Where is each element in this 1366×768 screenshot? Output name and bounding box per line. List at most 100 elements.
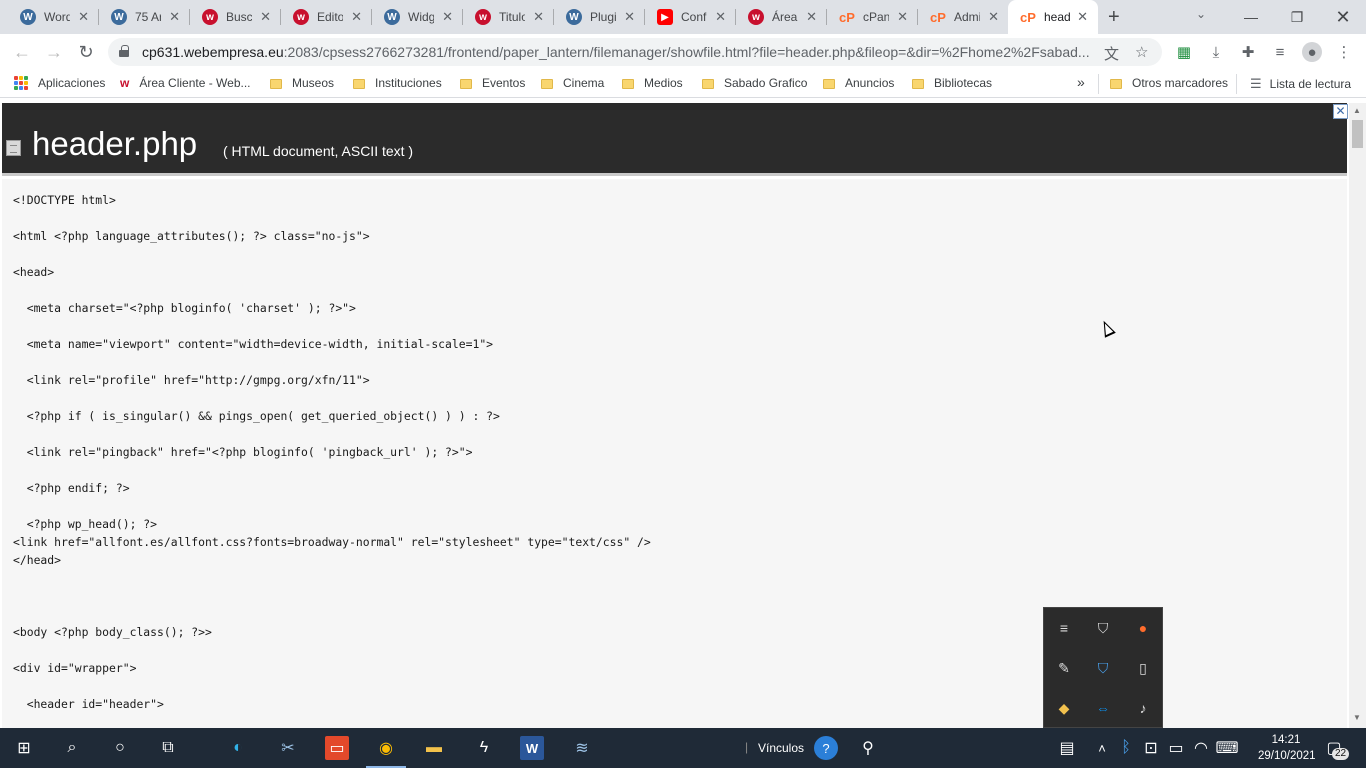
reload-icon[interactable]: ↻ — [74, 40, 98, 64]
close-icon[interactable]: ✕ — [1077, 10, 1088, 24]
bookmark-apps[interactable]: Aplicaciones — [14, 76, 105, 90]
tab-editor[interactable]: w Editor ✕ — [281, 0, 372, 34]
media-tray-icon[interactable]: ≡ — [1054, 618, 1074, 638]
close-icon[interactable]: ✕ — [715, 10, 726, 24]
battery-icon[interactable]: ▭ — [1164, 736, 1188, 760]
code-line: <link rel="pingback" href="<?php bloginf… — [13, 445, 473, 459]
scrollbar-thumb[interactable] — [1352, 120, 1363, 148]
forward-arrow-icon[interactable]: → — [42, 40, 66, 64]
file-explorer-icon[interactable]: ▬ — [422, 736, 446, 760]
code-line: <link href="allfont.es/allfont.css?fonts… — [13, 535, 651, 549]
bookmark-label: Cinema — [563, 76, 605, 90]
cpanel-icon: cP — [1020, 9, 1036, 25]
reader-app-icon[interactable]: ▭ — [325, 736, 349, 760]
new-tab-button[interactable]: + — [1108, 6, 1120, 29]
close-icon[interactable]: ✕ — [1333, 104, 1348, 119]
tab-wordpress[interactable]: W WordPress ✕ — [8, 0, 99, 34]
windows-start-icon[interactable]: ⊞ — [12, 736, 36, 760]
snipping-tool-icon[interactable]: ✂ — [276, 736, 300, 760]
input-keyboard-icon[interactable]: ⌨ — [1215, 736, 1239, 760]
chrome-icon[interactable]: ◉ — [374, 736, 398, 760]
media-queue-icon[interactable]: ≡ — [1270, 42, 1290, 62]
translate-icon[interactable]: 文 — [1104, 43, 1119, 64]
bookmark-area-cliente[interactable]: w Área Cliente - Web... — [120, 76, 251, 90]
bookmark-eventos[interactable]: Eventos — [460, 76, 525, 90]
profile-avatar-icon[interactable]: ● — [1302, 42, 1322, 62]
tab-admin[interactable]: cP Admin ✕ — [918, 0, 1009, 34]
url-text[interactable]: cp631.webempresa.eu:2083/cpsess276627328… — [142, 44, 1092, 60]
tab-titulo[interactable]: w Titulo ✕ — [463, 0, 554, 34]
minimize-icon[interactable]: — — [1228, 0, 1274, 34]
bluetooth-icon[interactable]: ᛒ — [1114, 736, 1138, 760]
close-icon[interactable]: ✕ — [169, 10, 180, 24]
bookmark-museos[interactable]: Museos — [270, 76, 334, 90]
tab-plugins[interactable]: W Plugins ✕ — [554, 0, 645, 34]
tab-area[interactable]: w Área ✕ — [736, 0, 827, 34]
tab-header-php[interactable]: cP header.php ✕ — [1008, 0, 1098, 34]
bookmark-anuncios[interactable]: Anuncios — [823, 76, 894, 90]
close-icon[interactable]: ✕ — [260, 10, 271, 24]
teamviewer-icon[interactable]: ⇔ — [1093, 698, 1113, 718]
app-lightning-icon[interactable]: ϟ — [472, 736, 496, 760]
close-icon[interactable]: ✕ — [897, 10, 908, 24]
help-icon[interactable]: ? — [814, 736, 838, 760]
tab-buscar[interactable]: w Buscar ✕ — [190, 0, 281, 34]
cortana-icon[interactable]: ○ — [108, 736, 132, 760]
scroll-down-icon[interactable]: ▼ — [1353, 713, 1361, 722]
scroll-up-icon[interactable]: ▲ — [1353, 106, 1361, 115]
tab-search-chevron-icon[interactable]: ⌄ — [1196, 7, 1206, 21]
close-icon[interactable]: ✕ — [351, 10, 362, 24]
bookmarks-overflow-button[interactable]: » — [1077, 74, 1085, 90]
tab-articulos[interactable]: W 75 Artículos ✕ — [99, 0, 190, 34]
bookmark-medios[interactable]: Medios — [622, 76, 683, 90]
bookmark-instituciones[interactable]: Instituciones — [353, 76, 442, 90]
lock-icon[interactable] — [119, 45, 129, 57]
keyboard-tray-icon[interactable]: ▤ — [1055, 736, 1079, 760]
close-icon[interactable]: ✕ — [78, 10, 89, 24]
speaker-icon[interactable]: ♪ — [1133, 698, 1153, 718]
tab-cpanel[interactable]: cP cPanel ✕ — [827, 0, 918, 34]
bookmark-label: Instituciones — [375, 76, 442, 90]
malwarebytes-icon[interactable]: ⛉ — [1093, 658, 1113, 678]
address-bar[interactable]: cp631.webempresa.eu:2083/cpsess276627328… — [108, 38, 1162, 66]
window-close-icon[interactable]: ✕ — [1320, 0, 1366, 34]
bookmark-bibliotecas[interactable]: Bibliotecas — [912, 76, 992, 90]
windows-taskbar: ⊞ ⌕ ○ ⧉ ◐ ✂ ▭ ◉ ▬ ϟ W ≋ | Vínculos ? ⚲ ▤… — [0, 728, 1366, 768]
scanner-app-icon[interactable]: ≋ — [570, 736, 594, 760]
bookmark-otros-marcadores[interactable]: Otros marcadores — [1110, 76, 1228, 90]
menu-kebab-icon[interactable]: ⋮ — [1334, 42, 1354, 62]
restore-icon[interactable]: ❐ — [1274, 0, 1320, 34]
people-icon[interactable]: ⚲ — [856, 736, 880, 760]
close-icon[interactable]: ✕ — [806, 10, 817, 24]
avast-icon[interactable]: ● — [1133, 618, 1153, 638]
word-icon[interactable]: W — [520, 736, 544, 760]
system-clock[interactable]: 14:21 29/10/2021 — [1258, 732, 1316, 764]
tab-widgets[interactable]: W Widgets ✕ — [372, 0, 463, 34]
shield-icon[interactable]: ⛉ — [1093, 618, 1113, 638]
extension-monitor-icon[interactable]: ▦ — [1174, 42, 1194, 62]
page-scrollbar[interactable]: ▲ ▼ — [1349, 103, 1366, 728]
close-icon[interactable]: ✕ — [442, 10, 453, 24]
close-icon[interactable]: ✕ — [533, 10, 544, 24]
back-arrow-icon[interactable]: ← — [10, 40, 34, 64]
extensions-puzzle-icon[interactable]: ✚ — [1238, 42, 1258, 62]
close-icon[interactable]: ✕ — [988, 10, 999, 24]
bookmarks-bar: Aplicaciones w Área Cliente - Web... Mus… — [0, 70, 1366, 98]
app-tray-icon[interactable]: ✎ — [1054, 658, 1074, 678]
reading-list-button[interactable]: ☰ Lista de lectura — [1250, 76, 1351, 92]
bookmark-cinema[interactable]: Cinema — [541, 76, 604, 90]
usb-drive-icon[interactable]: ▯ — [1133, 658, 1153, 678]
close-icon[interactable]: ✕ — [624, 10, 635, 24]
search-icon[interactable]: ⌕ — [60, 736, 84, 760]
chevron-up-icon[interactable]: ˄ — [1090, 736, 1114, 760]
download-icon[interactable]: ⤓ — [1206, 42, 1226, 62]
edge-icon[interactable]: ◐ — [226, 736, 250, 760]
tab-config[interactable]: ▶ Config ✕ — [645, 0, 736, 34]
bookmark-sabado-grafico[interactable]: Sabado Grafico — [702, 76, 807, 90]
links-toolbar-label[interactable]: Vínculos — [758, 741, 804, 755]
camera-tray-icon[interactable]: ⊡ — [1139, 736, 1163, 760]
security-tray-icon[interactable]: ◆ — [1054, 698, 1074, 718]
star-icon[interactable]: ☆ — [1135, 43, 1148, 61]
task-view-icon[interactable]: ⧉ — [156, 736, 180, 760]
wifi-icon[interactable]: ◠ — [1189, 736, 1213, 760]
